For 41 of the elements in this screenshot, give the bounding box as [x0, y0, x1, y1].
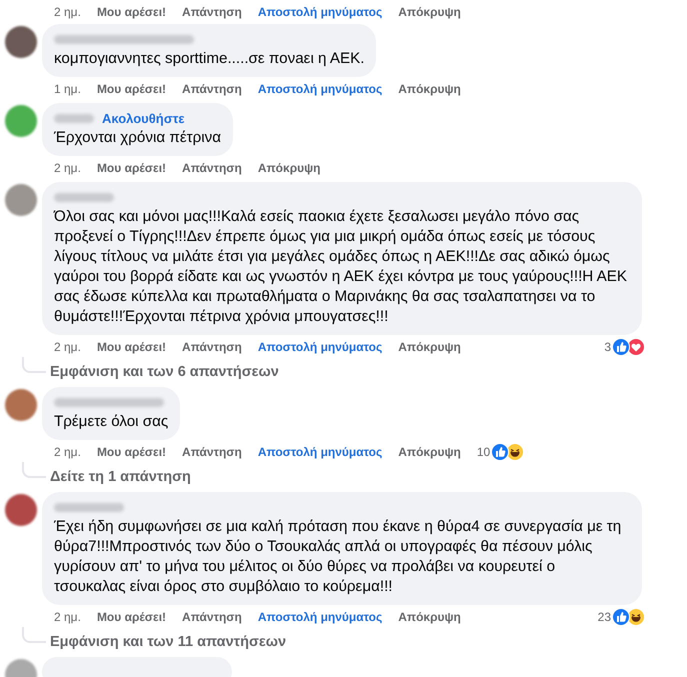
view-replies-link[interactable]: Δείτε τη 1 απάντηση: [50, 469, 191, 485]
like-link[interactable]: Μου αρέσει!: [96, 445, 166, 459]
hide-link[interactable]: Απόκρυψη: [398, 445, 461, 459]
like-link[interactable]: Μου αρέσει!: [96, 82, 166, 96]
reaction-count[interactable]: 3: [604, 340, 611, 354]
follow-link[interactable]: Ακολουθήστε: [102, 110, 185, 126]
view-replies-link[interactable]: Εμφάνιση και των 6 απαντήσεων: [50, 364, 279, 380]
timestamp[interactable]: 2 ημ.: [54, 340, 81, 354]
reply-link[interactable]: Απάντηση: [182, 610, 242, 624]
reply-link[interactable]: Απάντηση: [182, 340, 242, 354]
reply-link[interactable]: Απάντηση: [182, 161, 242, 175]
comment-text: Τρέμετε όλοι σας: [54, 412, 168, 432]
hide-link[interactable]: Απόκρυψη: [398, 610, 461, 624]
like-link[interactable]: Μου αρέσει!: [96, 161, 166, 175]
like-link[interactable]: Μου αρέσει!: [96, 610, 166, 624]
reaction-count[interactable]: 23: [598, 610, 611, 624]
timestamp[interactable]: 2 ημ.: [54, 161, 81, 175]
hide-link[interactable]: Απόκρυψη: [398, 340, 461, 354]
timestamp[interactable]: 2 ημ.: [54, 610, 81, 624]
like-link[interactable]: Μου αρέσει!: [96, 5, 166, 19]
send-message-link[interactable]: Αποστολή μηνύματος: [258, 5, 382, 19]
like-link[interactable]: Μου αρέσει!: [96, 340, 166, 354]
comment-text: Έρχονται χρόνια πέτρινα: [54, 128, 221, 148]
comment-text: κομπογιαννητες sporttime.....σε πονaει η ΑΕΚ.: [54, 49, 364, 69]
send-message-link[interactable]: Αποστολή μηνύματος: [258, 445, 382, 459]
reply-link[interactable]: Απάντηση: [182, 5, 242, 19]
comment-text: Όλοι σας και μόνοι μας!!!Καλά εσείς παοκια έχετε ξεσαλωσει μεγάλο πόνο σας προξενεί ο Τίγρης!!!Δεν έπρεπε όμως για μια μικρή ομάδα όπως εσείς με τόσους λίγους τίτλους να μιλάτε έτσι για μεγάλες ομάδες όπως η ΑΕΚ!!!Δε σας αδικώ όμως γαύροι του βορρά είδατε και ως γνωστόν η ΑΕΚ έχει κόντρα με τους γαύρους!!!Η ΑΕΚ σας έδωσε κύπελλα και πρωταθλήματα ο Μαρινάκης θα σας τσαλαπατησει να το θυμάστε!!!Έρχονται πέτρινα χρόνια μπουγατσες!!!: [54, 207, 628, 327]
send-message-link[interactable]: Αποστολή μηνύματος: [258, 82, 382, 96]
reaction-count[interactable]: 10: [476, 445, 490, 459]
timestamp[interactable]: 2 ημ.: [54, 5, 81, 19]
timestamp[interactable]: 1 ημ.: [54, 82, 81, 96]
view-replies-link[interactable]: Εμφάνιση και των 11 απαντήσεων: [50, 634, 286, 650]
send-message-link[interactable]: Αποστολή μηνύματος: [258, 610, 382, 624]
send-message-link[interactable]: Αποστολή μηνύματος: [258, 340, 382, 354]
hide-link[interactable]: Απόκρυψη: [258, 161, 320, 175]
comment-text: Έχει ήδη συμφωνήσει σε μια καλή πρόταση που έκανε η θύρα4 σε συνεργασία με τη θύρα7!!!Μπροστινός των δύο ο Τσουκαλάς απλά οι υπογραφές θα πέσουν μόλις γυρίσουν απ' το μήνα του μέλιτος οι δύο θύρες να προλάβει να κουρευτεί ο τσουκαλας είναι όρος στο συμβόλαιο το κούρεμα!!!: [54, 517, 622, 597]
reply-link[interactable]: Απάντηση: [182, 445, 242, 459]
reply-link[interactable]: Απάντηση: [182, 82, 242, 96]
timestamp[interactable]: 2 ημ.: [54, 445, 81, 459]
hide-link[interactable]: Απόκρυψη: [398, 5, 461, 19]
hide-link[interactable]: Απόκρυψη: [398, 82, 461, 96]
